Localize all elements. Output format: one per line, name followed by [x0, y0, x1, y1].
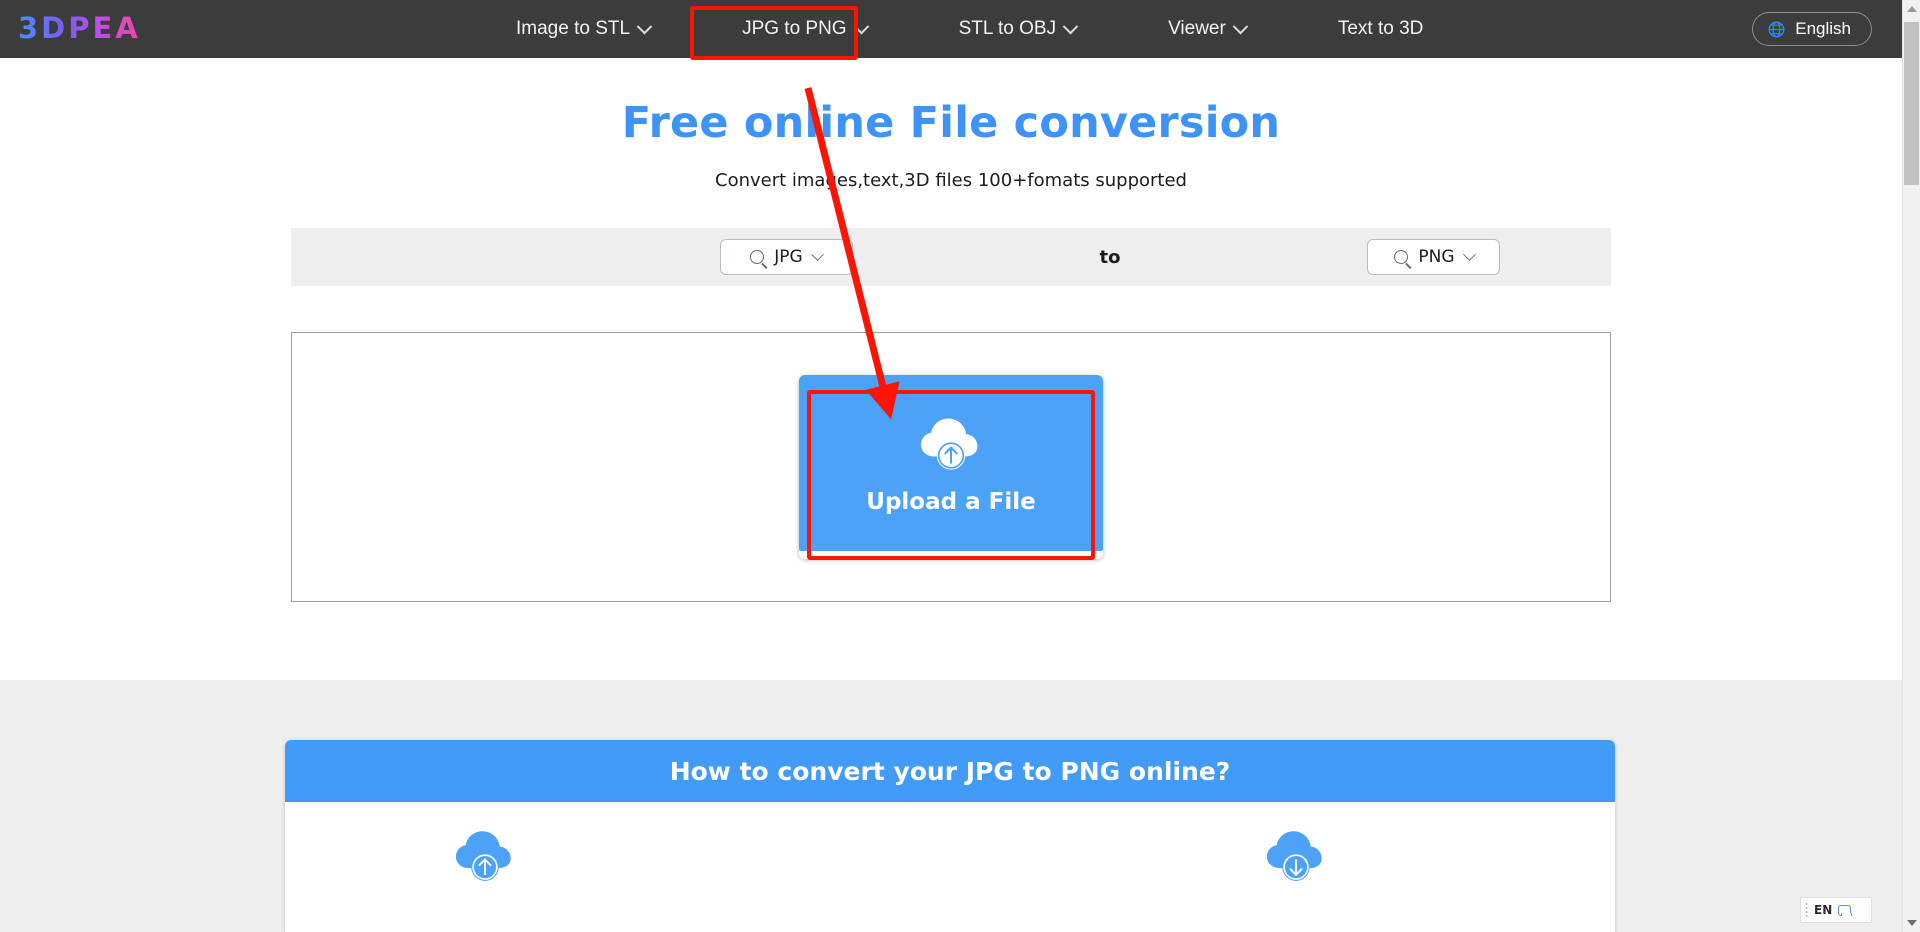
upload-a-file-button[interactable]: Upload a File [799, 375, 1103, 551]
globe-icon [1768, 21, 1785, 37]
cloud-upload-icon [921, 418, 978, 470]
nav-item-label: Viewer [1168, 18, 1226, 39]
ime-mode-icon[interactable] [1838, 904, 1853, 916]
chevron-down-icon [636, 18, 653, 34]
top-navigation-bar: 3DPEA Image to STL JPG to PNG STL to OBJ… [0, 0, 1902, 60]
chevron-down-icon [853, 18, 869, 34]
ime-drag-handle[interactable] [1805, 902, 1808, 918]
browser-viewport: 3DPEA Image to STL JPG to PNG STL to OBJ… [0, 0, 1920, 932]
site-logo[interactable]: 3DPEA [18, 11, 141, 45]
nav-item-label: JPG to PNG [742, 18, 847, 39]
chevron-down-icon [1062, 18, 1079, 34]
scrollbar-thumb[interactable] [1904, 22, 1919, 185]
howto-step-2 [1260, 824, 1332, 893]
hero-section: Free online File conversion Convert imag… [0, 58, 1902, 191]
howto-section: How to convert your JPG to PNG online? [0, 680, 1902, 932]
target-format-select[interactable]: PNG [1367, 239, 1501, 275]
chevron-down-icon [810, 247, 824, 261]
ime-language-label[interactable]: EN [1814, 903, 1832, 917]
language-label: English [1795, 19, 1851, 38]
chevron-down-icon [1232, 18, 1249, 34]
nav-item-stl-to-obj[interactable]: STL to OBJ [939, 10, 1097, 48]
page-subtitle: Convert images,text,3D files 100+fomats … [715, 170, 1187, 191]
howto-card-header: How to convert your JPG to PNG online? [285, 740, 1615, 802]
nav-item-text-to-3d[interactable]: Text to 3D [1318, 10, 1444, 48]
page-title: Free online File conversion [621, 98, 1281, 148]
cloud-download-icon [1266, 831, 1322, 881]
nav-item-label: Image to STL [516, 18, 631, 39]
nav-item-image-to-stl[interactable]: Image to STL [496, 10, 670, 48]
nav-item-viewer[interactable]: Viewer [1148, 10, 1266, 48]
language-switcher[interactable]: English [1752, 12, 1872, 46]
page-scrollbar[interactable] [1902, 0, 1920, 932]
search-icon [750, 250, 765, 264]
search-icon [1394, 250, 1409, 264]
howto-card-body [285, 802, 1615, 932]
scroll-up-arrow-icon[interactable] [1903, 0, 1920, 18]
conversion-connector-label: to [1099, 246, 1121, 268]
howto-title: How to convert your JPG to PNG online? [669, 756, 1231, 786]
upload-button-label: Upload a File [866, 489, 1036, 515]
target-format-value: PNG [1418, 247, 1455, 267]
howto-step-1 [449, 824, 521, 893]
cloud-upload-icon [455, 831, 511, 881]
source-format-select[interactable]: JPG [719, 239, 853, 275]
nav-item-jpg-to-png[interactable]: JPG to PNG [722, 10, 887, 48]
nav-item-label: STL to OBJ [958, 18, 1057, 39]
nav-item-label: Text to 3D [1337, 18, 1424, 39]
format-selector-bar: JPG to PNG [291, 228, 1611, 286]
scroll-down-arrow-icon[interactable] [1903, 914, 1920, 932]
page-content: 3DPEA Image to STL JPG to PNG STL to OBJ… [0, 0, 1902, 932]
howto-card: How to convert your JPG to PNG online? [285, 740, 1615, 932]
upload-button-container: Upload a File [799, 375, 1103, 560]
source-format-value: JPG [774, 247, 803, 267]
nav-menu: Image to STL JPG to PNG STL to OBJ Viewe… [470, 0, 1469, 58]
ime-floating-toolbar[interactable]: EN [1800, 897, 1872, 923]
file-dropzone[interactable]: Upload a File [291, 332, 1611, 602]
chevron-down-icon [1462, 247, 1476, 261]
